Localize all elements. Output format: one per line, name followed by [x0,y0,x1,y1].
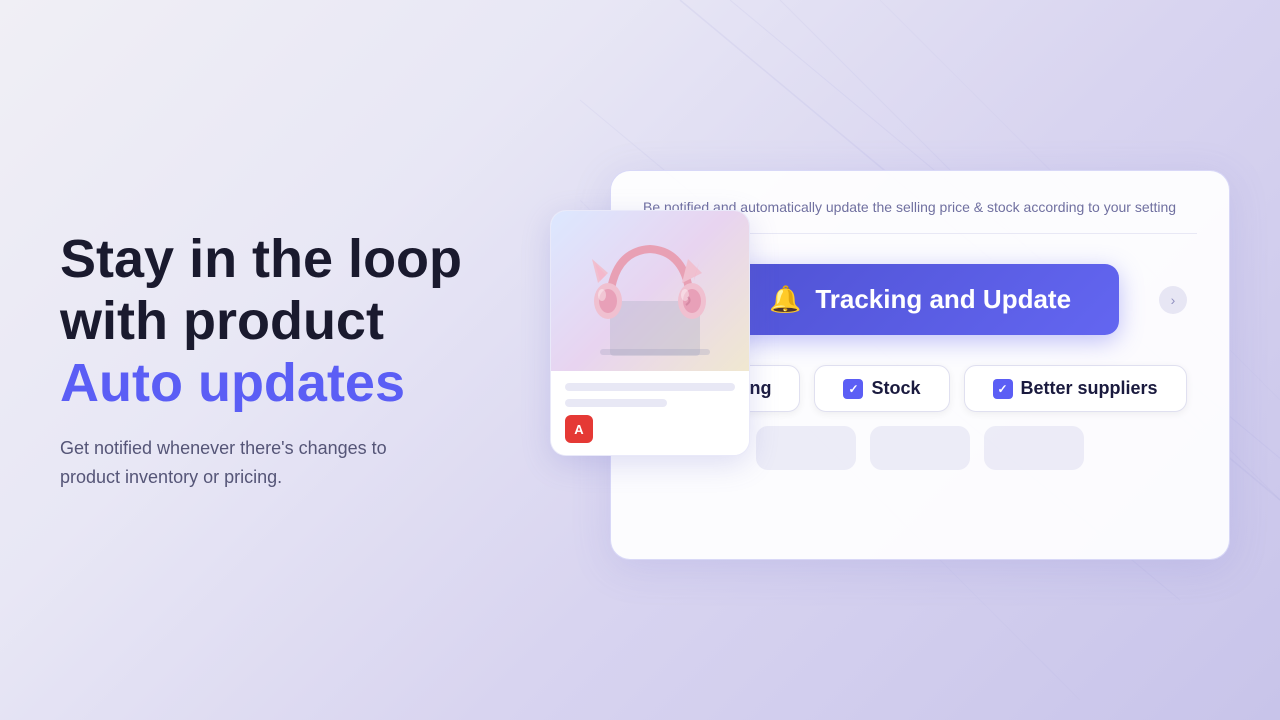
headline-accent: Auto updates [60,353,405,413]
product-image [551,211,749,371]
stock-check-icon: ✓ [843,379,863,399]
headline-line1: Stay in the loop [60,229,462,289]
product-card-bottom: A [551,371,749,455]
subtext: Get notified whenever there's changes to… [60,434,440,492]
next-arrow[interactable]: › [1159,286,1187,314]
headphones-illustration [580,221,720,361]
left-content: Stay in the loop with product Auto updat… [60,228,462,492]
tracking-update-button[interactable]: 🔔 Tracking and Update [721,264,1119,335]
placeholder-chip-3 [984,426,1084,470]
better-suppliers-label: Better suppliers [1021,378,1158,399]
aliexpress-logo: A [565,415,593,443]
tracking-button-label: Tracking and Update [815,284,1071,315]
stock-label: Stock [871,378,920,399]
bell-icon: 🔔 [769,284,801,315]
product-title-bar [565,383,735,391]
product-price-bar [565,399,667,407]
better-suppliers-chip[interactable]: ✓ Better suppliers [964,365,1187,412]
headline: Stay in the loop with product Auto updat… [60,228,462,414]
placeholder-chip-1 [756,426,856,470]
right-ui-mockup: Be notified and automatically update the… [550,150,1230,570]
placeholder-chip-2 [870,426,970,470]
headline-line2: with product [60,291,384,351]
product-card: A [550,210,750,456]
stock-chip[interactable]: ✓ Stock [814,365,949,412]
better-suppliers-check-icon: ✓ [993,379,1013,399]
